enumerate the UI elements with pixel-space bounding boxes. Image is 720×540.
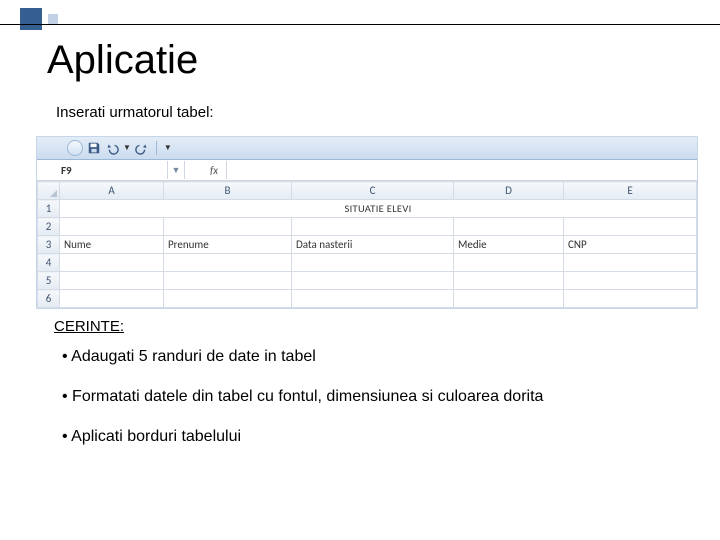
col-header: D — [454, 182, 564, 200]
slide-accent — [20, 8, 58, 30]
row-header: 1 — [38, 200, 60, 218]
fx-icon: fx — [202, 161, 227, 179]
row-header: 4 — [38, 254, 60, 272]
list-item: • Aplicati borduri tabelului — [62, 428, 543, 446]
quick-access-toolbar: ▼ ▼ — [37, 137, 697, 160]
col-header: B — [164, 182, 292, 200]
office-button-icon — [67, 140, 83, 156]
intro-text: Inserati urmatorul tabel: — [56, 104, 214, 121]
undo-icon — [105, 141, 119, 155]
cell: CNP — [564, 236, 697, 254]
save-icon — [87, 141, 101, 155]
accent-square-big — [20, 8, 42, 30]
row-header: 2 — [38, 218, 60, 236]
cell: Medie — [454, 236, 564, 254]
row-header: 6 — [38, 290, 60, 308]
cell: Data nasterii — [292, 236, 454, 254]
spreadsheet-grid: A B C D E 1 SITUATIE ELEVI 2 3 Nume Pren… — [37, 181, 697, 308]
page-title: Aplicatie — [47, 38, 198, 83]
list-item: • Formatati datele din tabel cu fontul, … — [62, 388, 543, 406]
formula-input — [227, 161, 697, 179]
row-header: 3 — [38, 236, 60, 254]
formula-bar-row: F9 ▼ ✕ fx — [37, 160, 697, 181]
requirements-list: • Adaugati 5 randuri de date in tabel • … — [62, 348, 543, 468]
select-all-corner — [38, 182, 60, 200]
cell: Nume — [60, 236, 164, 254]
requirements-label: CERINTE: — [54, 318, 124, 335]
name-box: F9 — [37, 161, 168, 179]
accent-square-small — [48, 14, 58, 24]
chevron-down-icon: ▼ — [164, 143, 172, 153]
chevron-down-icon: ▼ — [123, 143, 131, 153]
name-box-dropdown-icon: ▼ — [168, 161, 185, 179]
list-item: • Adaugati 5 randuri de date in tabel — [62, 348, 543, 366]
merged-title-cell: SITUATIE ELEVI — [60, 200, 697, 218]
col-header: E — [564, 182, 697, 200]
col-header: A — [60, 182, 164, 200]
excel-screenshot: ▼ ▼ F9 ▼ ✕ fx A — [36, 136, 698, 309]
cell: Prenume — [164, 236, 292, 254]
col-header: C — [292, 182, 454, 200]
redo-icon — [135, 141, 149, 155]
qat-separator — [156, 141, 157, 155]
divider — [0, 24, 720, 25]
row-header: 5 — [38, 272, 60, 290]
